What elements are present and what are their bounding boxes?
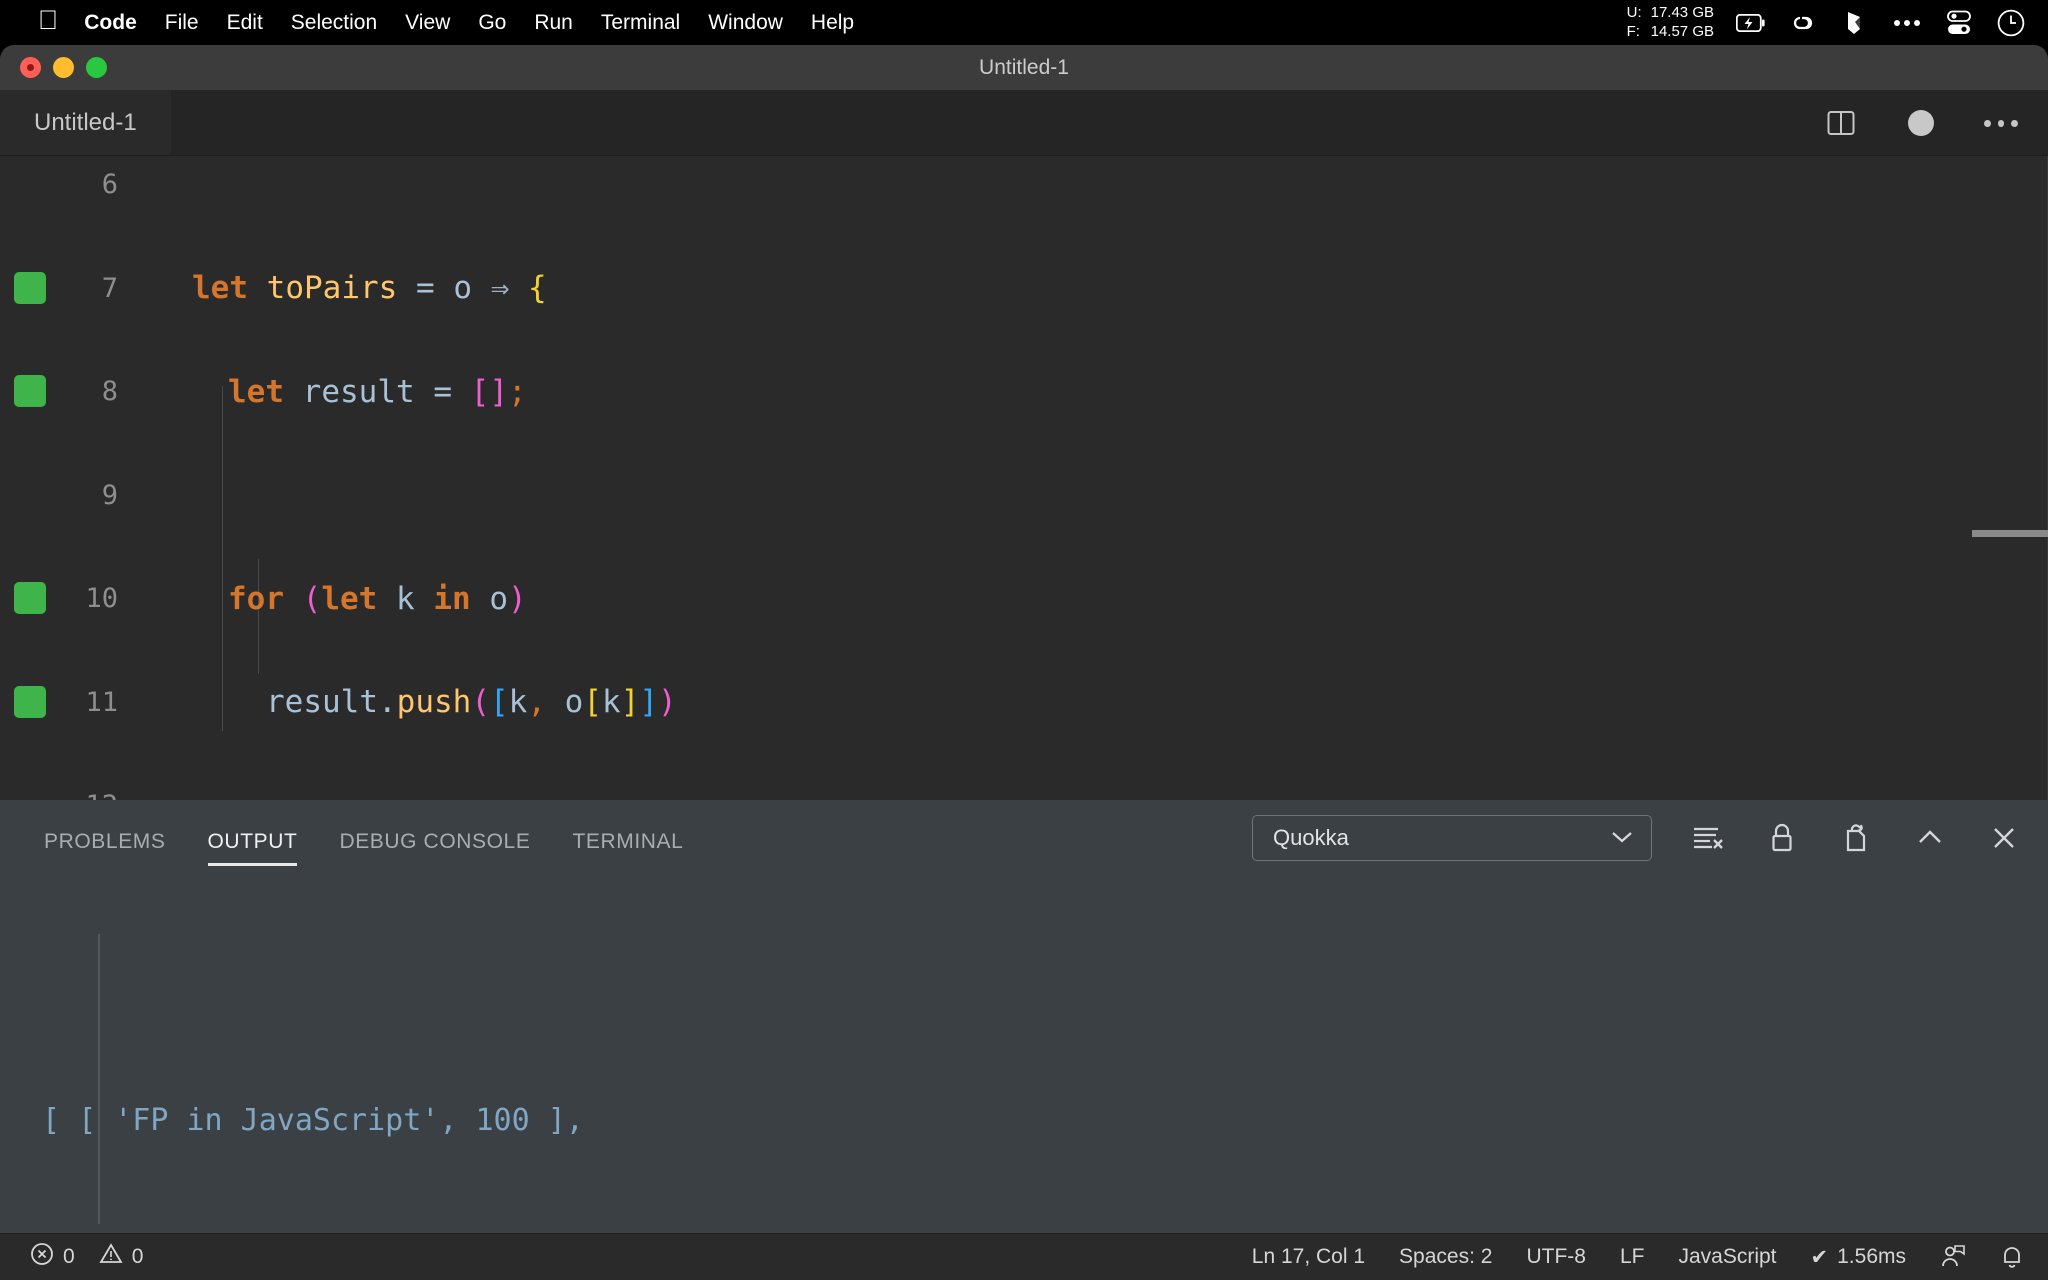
vscode-window: Untitled-1 Untitled-1 6 7 let toPairs = …: [0, 45, 2048, 1280]
more-actions-icon[interactable]: [1984, 106, 2019, 140]
clear-output-icon[interactable]: [1690, 820, 1726, 856]
menu-item-selection[interactable]: Selection: [291, 11, 377, 35]
control-center-icon[interactable]: [1944, 8, 1974, 38]
line-number: 9: [101, 479, 118, 511]
code-text: let toPairs = o ⇒ {: [192, 270, 547, 307]
line-number: 7: [101, 272, 118, 304]
panel-header: PROBLEMS OUTPUT DEBUG CONSOLE TERMINAL Q…: [0, 800, 2048, 876]
panel-tab-debug-console[interactable]: DEBUG CONSOLE: [339, 800, 530, 876]
status-encoding[interactable]: UTF-8: [1526, 1245, 1586, 1269]
quokka-coverage-indicator: [14, 582, 46, 614]
code-text: let result = [];: [228, 373, 527, 410]
clock-icon[interactable]: [1996, 8, 2026, 38]
error-count: 0: [63, 1245, 75, 1268]
menu-item-help[interactable]: Help: [811, 11, 854, 35]
status-quokka[interactable]: ✔ 1.56ms: [1811, 1245, 1906, 1270]
close-panel-icon[interactable]: [1986, 820, 2022, 856]
output-channel-value: Quokka: [1273, 825, 1349, 850]
output-content[interactable]: [ [ 'FP in JavaScript', 100 ], [ 'RxJS i…: [0, 876, 2048, 1278]
status-problems[interactable]: 0 0: [30, 1242, 143, 1272]
code-line-7: 7 let toPairs = o ⇒ {: [0, 260, 2048, 318]
memory-used-value: 17.43 GB: [1650, 3, 1714, 21]
code-editor[interactable]: 6 7 let toPairs = o ⇒ { 8 let result = […: [0, 156, 2048, 800]
status-bar: 0 0 Ln 17, Col 1 Spaces: 2 UTF-8 LF Java…: [0, 1233, 2048, 1280]
editor-tab-label: Untitled-1: [34, 108, 137, 136]
line-number: 8: [101, 376, 118, 408]
status-language-mode[interactable]: JavaScript: [1678, 1245, 1776, 1269]
quokka-run-time: 1.56ms: [1837, 1245, 1906, 1268]
check-icon: ✔: [1810, 1245, 1829, 1269]
code-line-9: 9: [0, 467, 2048, 525]
line-number: 10: [85, 583, 118, 615]
maximize-panel-icon[interactable]: [1912, 820, 1948, 856]
quokka-coverage-indicator: [14, 375, 46, 407]
memory-free-value: 14.57 GB: [1650, 22, 1714, 40]
memory-free-key: F:: [1626, 22, 1640, 40]
lock-scrolling-icon[interactable]: [1764, 820, 1800, 856]
zoom-button[interactable]: [86, 57, 107, 78]
editor-scrollbar-thumb[interactable]: [1972, 530, 2048, 537]
status-indentation[interactable]: Spaces: 2: [1399, 1245, 1492, 1269]
error-circle-icon: [30, 1242, 54, 1272]
warning-count: 0: [131, 1245, 144, 1268]
status-bar-left: 0 0: [30, 1242, 143, 1272]
editor-actions: [1824, 90, 2028, 156]
quokka-coverage-indicator: [14, 685, 46, 718]
menu-item-view[interactable]: View: [405, 11, 450, 35]
panel-tab-output[interactable]: OUTPUT: [207, 800, 298, 876]
code-line-11: 11 result.push([k, o[k]]): [0, 674, 2048, 732]
chevron-down-icon: [1609, 825, 1635, 851]
status-eol[interactable]: LF: [1620, 1245, 1645, 1269]
macos-menu-bar:  Code File Edit Selection View Go Run T…: [0, 0, 2048, 45]
panel-tab-problems[interactable]: PROBLEMS: [44, 800, 166, 876]
notifications-bell-icon[interactable]: [2000, 1244, 2024, 1270]
menu-item-run[interactable]: Run: [534, 11, 573, 35]
link-icon[interactable]: [1788, 8, 1818, 38]
battery-charging-icon[interactable]: [1736, 8, 1766, 38]
window-title: Untitled-1: [979, 55, 1069, 79]
code-text: for (let k in o): [228, 580, 527, 617]
menu-item-code[interactable]: Code: [84, 11, 137, 35]
minimize-button[interactable]: [53, 57, 74, 78]
editor-tab-untitled-1[interactable]: Untitled-1: [0, 90, 172, 155]
output-indent-guide: [98, 934, 100, 1224]
code-line-10: 10 for (let k in o): [0, 570, 2048, 628]
status-cursor-position[interactable]: Ln 17, Col 1: [1252, 1245, 1365, 1269]
menu-bar-tray: U: 17.43 GB F: 14.57 GB: [1627, 0, 2026, 45]
quokka-coverage-indicator: [14, 271, 46, 304]
line-number: 12: [60, 790, 118, 800]
split-editor-icon[interactable]: [1824, 106, 1858, 140]
ellipsis-icon[interactable]: [1892, 8, 1922, 38]
menu-item-go[interactable]: Go: [478, 11, 506, 35]
menu-item-window[interactable]: Window: [708, 11, 783, 35]
code-line-8: 8 let result = [];: [0, 363, 2048, 421]
menu-item-edit[interactable]: Edit: [227, 11, 263, 35]
line-number: 11: [85, 686, 118, 718]
apple-logo-icon[interactable]: : [38, 7, 58, 34]
window-titlebar: Untitled-1: [0, 45, 2048, 90]
open-in-editor-icon[interactable]: [1838, 820, 1874, 856]
code-line-6: 6: [0, 156, 2048, 214]
code-line-12: 12: [0, 777, 2048, 800]
panel-tab-terminal[interactable]: TERMINAL: [572, 800, 683, 876]
output-line-1: [ [ 'FP in JavaScript', 100 ],: [42, 1103, 584, 1138]
panel-actions: Quokka: [1252, 800, 2022, 876]
unsaved-dot-icon[interactable]: [1904, 106, 1938, 140]
memory-used-key: U:: [1626, 3, 1642, 21]
editor-tab-bar: Untitled-1: [0, 90, 2048, 156]
memory-monitor[interactable]: U: 17.43 GB F: 14.57 GB: [1627, 4, 1714, 42]
warning-triangle-icon: [99, 1242, 123, 1272]
code-text: result.push([k, o[k]]): [266, 684, 677, 721]
panel-tab-list: PROBLEMS OUTPUT DEBUG CONSOLE TERMINAL: [44, 800, 683, 876]
menu-item-file[interactable]: File: [165, 11, 199, 35]
feedback-person-icon[interactable]: [1940, 1244, 1966, 1270]
bottom-panel: PROBLEMS OUTPUT DEBUG CONSOLE TERMINAL Q…: [0, 800, 2048, 1278]
close-button[interactable]: [20, 57, 41, 78]
status-bar-right: Ln 17, Col 1 Spaces: 2 UTF-8 LF JavaScri…: [1252, 1244, 2024, 1270]
menu-item-terminal[interactable]: Terminal: [601, 11, 680, 35]
traffic-lights: [20, 45, 107, 90]
output-channel-select[interactable]: Quokka: [1252, 815, 1652, 861]
line-number: 6: [101, 169, 118, 201]
dropbox-icon[interactable]: [1840, 8, 1870, 38]
